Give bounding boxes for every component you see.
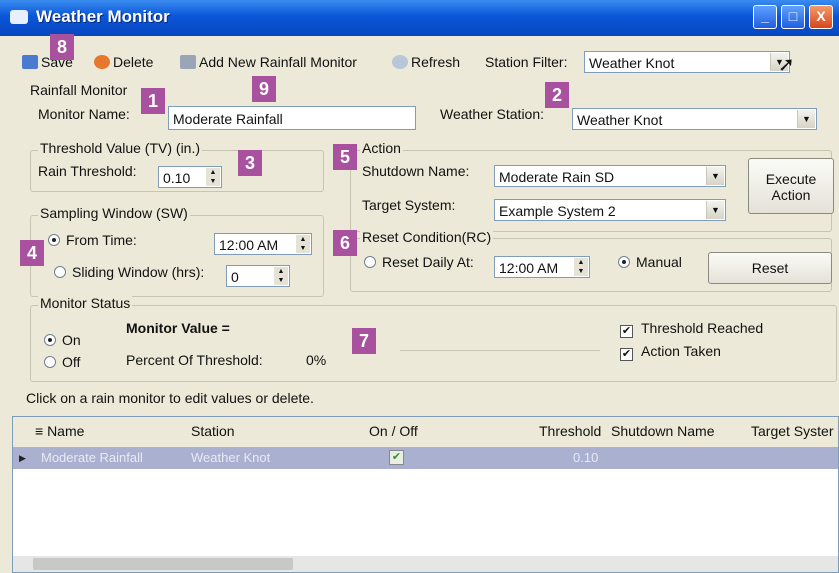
radio-icon (44, 356, 56, 368)
radio-icon (364, 256, 376, 268)
monitor-value-label: Monitor Value = (126, 320, 230, 336)
manual-radio[interactable]: Manual (618, 254, 682, 270)
add-monitor-icon (180, 55, 196, 69)
cell-station[interactable]: Weather Knot (191, 450, 270, 465)
reset-condition-label: Reset Condition(RC) (360, 229, 494, 245)
station-filter-select[interactable]: Weather Knot ▼ (584, 51, 790, 73)
table-row[interactable]: ▶ Moderate Rainfall Weather Knot ✔ 0.10 (13, 447, 838, 469)
reset-button[interactable]: Reset (708, 252, 832, 284)
reset-daily-radio[interactable]: Reset Daily At: (364, 254, 474, 270)
threshold-group-label: Threshold Value (TV) (in.) (38, 140, 203, 156)
cursor-icon: ➚ (778, 54, 795, 76)
column-header-station[interactable]: Station (191, 423, 235, 439)
weather-station-label: Weather Station: (440, 106, 545, 122)
maximize-button[interactable]: □ (781, 5, 805, 29)
chevron-down-icon[interactable]: ▼ (706, 167, 724, 185)
refresh-button[interactable]: Refresh (392, 54, 460, 70)
target-system-label: Target System: (362, 197, 456, 213)
delete-button[interactable]: Delete (94, 54, 153, 70)
progress-bar (400, 350, 600, 351)
threshold-reached-checkbox[interactable]: ✔ Threshold Reached (620, 320, 763, 338)
save-icon (22, 55, 38, 69)
refresh-icon (392, 55, 408, 69)
sliding-window-stepper[interactable]: 0 ▲ ▼ (226, 265, 290, 287)
weather-monitor-window: Weather Monitor _ □ X Save Delete Add Ne… (0, 0, 839, 573)
target-system-select[interactable]: Example System 2 ▼ (494, 199, 726, 221)
toolbar: Save Delete Add New Rainfall Monitor Ref… (0, 46, 839, 80)
weather-station-select[interactable]: Weather Knot ▼ (572, 108, 817, 130)
close-button[interactable]: X (809, 5, 833, 29)
callout-badge-1: 1 (141, 88, 165, 114)
cell-on-off-checkbox[interactable]: ✔ (389, 450, 404, 465)
from-time-picker[interactable]: 12:00 AM ▲ ▼ (214, 233, 312, 255)
rain-threshold-stepper[interactable]: 0.10 ▲ ▼ (158, 166, 222, 188)
delete-icon (94, 55, 110, 69)
execute-action-button[interactable]: Execute Action (748, 158, 834, 214)
stepper-arrows-icon[interactable]: ▲ ▼ (296, 235, 310, 253)
percent-of-threshold-label: Percent Of Threshold: (126, 352, 263, 368)
window-title: Weather Monitor (36, 7, 170, 26)
stepper-arrows-icon[interactable]: ▲ ▼ (574, 258, 588, 276)
title-bar[interactable]: Weather Monitor _ □ X (0, 0, 839, 36)
column-header-threshold[interactable]: Threshold (539, 423, 601, 439)
action-taken-checkbox[interactable]: ✔ Action Taken (620, 343, 721, 361)
column-header-target-system[interactable]: Target Syster (751, 423, 833, 439)
callout-badge-3: 3 (238, 150, 262, 176)
app-icon (10, 10, 28, 24)
status-on-radio[interactable]: On (44, 332, 81, 348)
from-time-radio[interactable]: From Time: (48, 232, 137, 248)
column-header-on-off[interactable]: On / Off (369, 423, 418, 439)
minimize-button[interactable]: _ (753, 5, 777, 29)
radio-selected-icon (44, 334, 56, 346)
radio-icon (54, 266, 66, 278)
monitor-status-label: Monitor Status (38, 295, 133, 311)
cell-threshold[interactable]: 0.10 (573, 450, 598, 465)
rainfall-monitor-label: Rainfall Monitor (30, 82, 128, 98)
scrollbar-thumb[interactable] (33, 558, 293, 570)
callout-badge-6: 6 (333, 230, 357, 256)
callout-badge-9: 9 (252, 76, 276, 102)
monitor-name-label: Monitor Name: (38, 106, 130, 122)
callout-badge-2: 2 (545, 82, 569, 108)
reset-daily-time-picker[interactable]: 12:00 AM ▲ ▼ (494, 256, 590, 278)
checkmark-icon: ✔ (620, 348, 633, 361)
callout-badge-5: 5 (333, 144, 357, 170)
callout-badge-4: 4 (20, 240, 44, 266)
stepper-arrows-icon[interactable]: ▲ ▼ (206, 168, 220, 186)
row-selector-icon: ▶ (19, 453, 26, 463)
shutdown-name-select[interactable]: Moderate Rain SD ▼ (494, 165, 726, 187)
sliding-window-radio[interactable]: Sliding Window (hrs): (54, 264, 204, 280)
grid-header: ≡ Name Station On / Off Threshold Shutdo… (13, 417, 838, 448)
horizontal-scrollbar[interactable] (13, 556, 838, 572)
column-header-name[interactable]: ≡ Name (35, 423, 84, 439)
monitors-grid[interactable]: ≡ Name Station On / Off Threshold Shutdo… (12, 416, 839, 573)
monitor-name-input[interactable]: Moderate Rainfall (168, 106, 416, 130)
chevron-down-icon[interactable]: ▼ (706, 201, 724, 219)
status-off-radio[interactable]: Off (44, 354, 80, 370)
radio-selected-icon (48, 234, 60, 246)
station-filter-label: Station Filter: (485, 54, 568, 70)
stepper-arrows-icon[interactable]: ▲ ▼ (274, 267, 288, 285)
hint-text: Click on a rain monitor to edit values o… (26, 390, 314, 406)
percent-of-threshold-value: 0% (306, 352, 327, 368)
callout-badge-8: 8 (50, 34, 74, 60)
column-header-shutdown-name[interactable]: Shutdown Name (611, 423, 715, 439)
cell-name[interactable]: Moderate Rainfall (41, 450, 143, 465)
callout-badge-7: 7 (352, 328, 376, 354)
shutdown-name-label: Shutdown Name: (362, 163, 470, 179)
action-group-label: Action (360, 140, 403, 156)
radio-selected-icon (618, 256, 630, 268)
rain-threshold-label: Rain Threshold: (38, 163, 137, 179)
add-new-monitor-button[interactable]: Add New Rainfall Monitor (180, 54, 357, 70)
sampling-window-label: Sampling Window (SW) (38, 205, 190, 221)
checkmark-icon: ✔ (620, 325, 633, 338)
chevron-down-icon[interactable]: ▼ (797, 110, 815, 128)
